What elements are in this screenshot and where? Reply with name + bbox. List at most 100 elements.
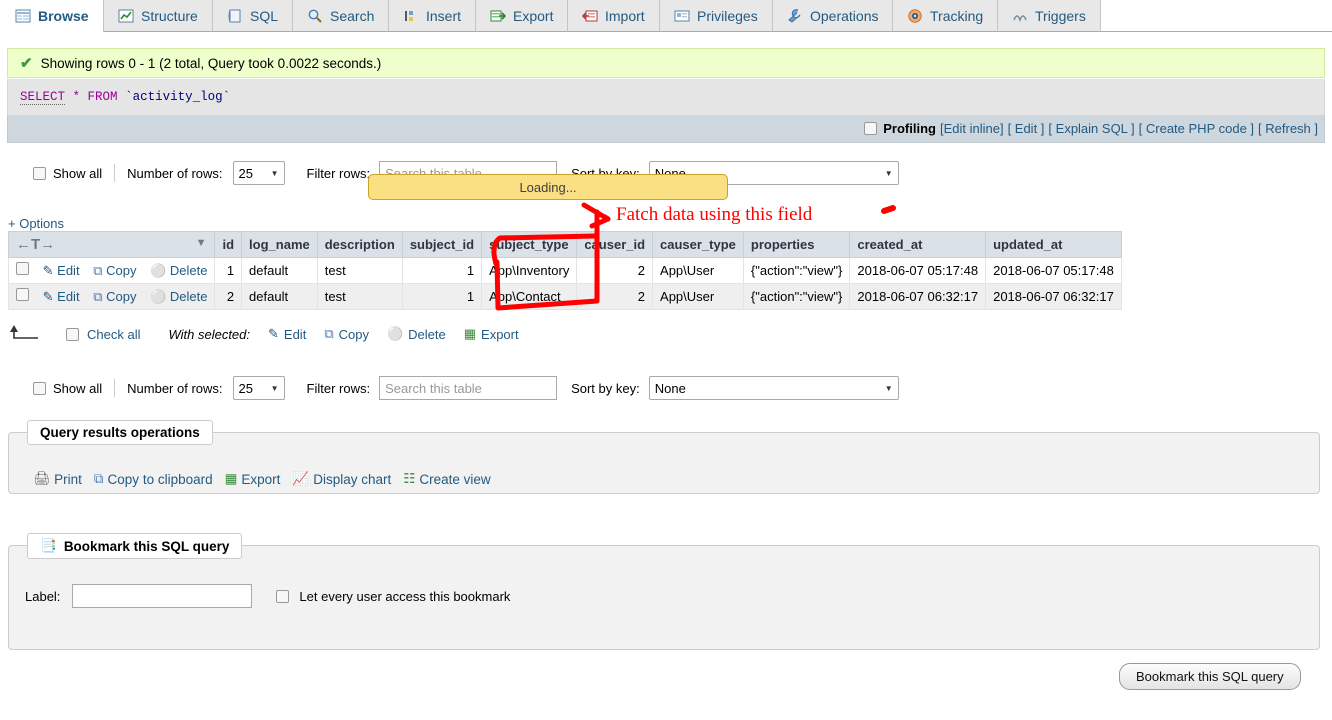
row-select-checkbox[interactable] [16,288,29,301]
bookmark-public-checkbox[interactable] [276,589,290,603]
tab-insert[interactable]: Insert [388,0,477,32]
column-header-causer_type[interactable]: causer_type [652,231,744,258]
results-table: ←T→ ▼ id log_name description subject_id… [7,231,1122,310]
refresh-link[interactable]: [ Refresh ] [1258,121,1318,136]
explain-sql-link[interactable]: [ Explain SQL ] [1048,121,1134,136]
query-results-operations-panel: Query results operations 🖨 Print ⧉ Copy … [8,420,1320,494]
number-of-rows-label-top: Number of rows: [127,165,223,181]
tab-label: Privileges [697,7,758,24]
select-all-arrow-icon[interactable] [8,323,42,345]
column-header-causer_id[interactable]: causer_id [576,231,654,258]
column-header-updated_at[interactable]: updated_at [985,231,1122,258]
number-of-rows-select-bottom[interactable]: 25 ▼ [232,376,285,400]
row-copy-link[interactable]: Copy [106,289,136,304]
structure-icon [118,8,134,24]
tab-browse[interactable]: Browse [0,0,104,32]
options-toggle-link[interactable]: + Options [8,216,64,231]
create-php-code-link[interactable]: [ Create PHP code ] [1139,121,1254,136]
sort-by-key-select-bottom[interactable]: None ▼ [648,376,899,400]
column-header-log_name[interactable]: log_name [241,231,318,258]
bookmark-submit-button[interactable]: Bookmark this SQL query [1119,663,1301,690]
display-chart-operation[interactable]: 📈 Display chart [292,471,391,487]
tab-label: Operations [810,7,879,24]
edit-inline-link[interactable]: [Edit inline] [940,121,1004,136]
column-header-description[interactable]: description [316,231,403,258]
with-selected-edit[interactable]: ✎ Edit [268,326,306,342]
tab-search[interactable]: Search [292,0,390,32]
with-selected-copy[interactable]: ⧉ Copy [324,326,369,342]
search-icon [307,8,323,24]
column-header-subject_type[interactable]: subject_type [481,231,578,258]
show-all-checkbox-top[interactable] [33,166,46,180]
profiling-checkbox[interactable] [864,122,878,135]
bookmark-label-input[interactable] [72,584,253,608]
copy-icon[interactable]: ⧉ [93,263,102,278]
row-edit-link[interactable]: Edit [57,263,79,278]
tab-label: Export [513,7,554,24]
edit-pencil-icon[interactable]: ✎ [43,263,54,278]
export-label: Export [241,471,281,487]
tab-operations[interactable]: Operations [772,0,894,32]
cell-properties: {"action":"view"} [742,283,851,310]
cell-subject_type: App\Contact [481,283,578,310]
cell-created_at: 2018-06-07 06:32:17 [849,283,987,310]
edit-link[interactable]: [ Edit ] [1008,121,1045,136]
print-operation[interactable]: 🖨 Print [33,471,82,487]
tab-import[interactable]: Import [567,0,660,32]
create-view-operation[interactable]: ☷ Create view [403,471,490,487]
show-all-checkbox-bottom[interactable] [33,381,46,395]
column-header-properties[interactable]: properties [742,231,851,258]
tab-privileges[interactable]: Privileges [659,0,773,32]
with-selected-export-label: Export [481,326,519,342]
tracking-icon [907,8,923,24]
cell-causer_type: App\User [652,283,744,310]
check-all-checkbox[interactable] [66,327,79,341]
column-header-id[interactable]: id [214,231,243,258]
chevron-down-icon: ▼ [884,383,893,393]
tab-label: Structure [141,7,198,24]
filter-rows-input-bottom[interactable]: Search this table [379,376,558,400]
check-all-label[interactable]: Check all [87,327,140,342]
with-selected-delete[interactable]: ⚪ Delete [387,326,446,342]
insert-icon [403,8,419,24]
print-icon: 🖨 [33,471,51,486]
display-chart-label: Display chart [313,471,392,487]
row-copy-link[interactable]: Copy [106,263,136,278]
tab-tracking[interactable]: Tracking [892,0,999,32]
tab-structure[interactable]: Structure [103,0,213,32]
bookmark-form-row: Label: Let every user access this bookma… [25,584,510,608]
tab-triggers[interactable]: Triggers [997,0,1101,32]
row-edit-link[interactable]: Edit [57,289,79,304]
sql-star-from: * FROM [72,90,118,104]
chevron-down-icon: ▼ [270,168,279,178]
loading-text: Loading... [519,179,577,195]
chevron-down-icon: ▼ [884,168,893,178]
column-header-subject_id[interactable]: subject_id [401,231,483,258]
edit-pencil-icon[interactable]: ✎ [43,289,54,304]
export-operation[interactable]: ▦ Export [225,471,281,487]
copy-to-clipboard-operation[interactable]: ⧉ Copy to clipboard [94,471,213,487]
delete-icon[interactable]: ⚪ [150,289,166,304]
row-select-checkbox[interactable] [16,262,29,275]
tab-label: SQL [250,7,279,24]
row-delete-link[interactable]: Delete [170,289,208,304]
table-row[interactable]: ✎ Edit ⧉ Copy ⚪ Delete 1 default test 1 … [7,257,1122,284]
copy-icon[interactable]: ⧉ [93,289,102,304]
success-check-icon: ✔ [20,55,33,72]
copy-icon: ⧉ [324,326,334,341]
annotation-arrow-tail [602,214,611,222]
column-header-created_at[interactable]: created_at [849,231,987,258]
with-selected-label: With selected: [168,326,250,342]
table-row[interactable]: ✎ Edit ⧉ Copy ⚪ Delete 2 default test 1 … [7,283,1122,310]
with-selected-delete-label: Delete [408,326,446,342]
tab-export[interactable]: Export [475,0,569,32]
number-of-rows-select-top[interactable]: 25 ▼ [232,161,285,185]
with-selected-export[interactable]: ▦ Export [464,326,519,342]
row-delete-link[interactable]: Delete [170,263,208,278]
cell-subject_id: 1 [401,257,483,284]
query-results-operations-legend-text: Query results operations [40,425,200,440]
sort-direction-header[interactable]: ←T→ ▼ [7,231,216,258]
delete-icon[interactable]: ⚪ [150,263,166,278]
tab-sql[interactable]: SQL [212,0,294,32]
chevron-down-icon[interactable]: ▼ [196,237,207,249]
